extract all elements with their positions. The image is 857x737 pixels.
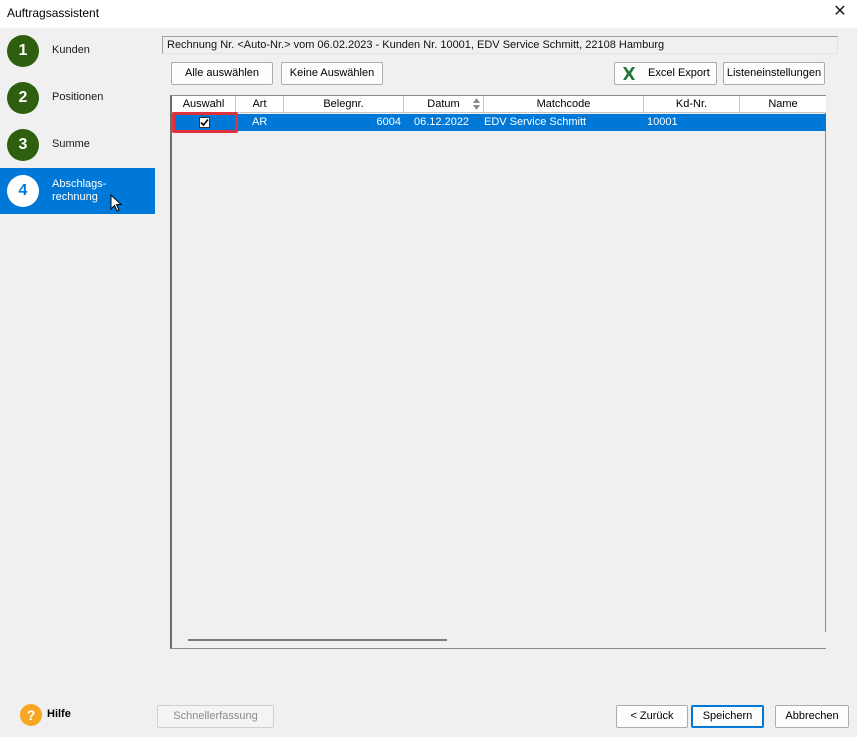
excel-export-button[interactable]: Excel Export: [614, 62, 717, 85]
column-header-auswahl[interactable]: Auswahl: [172, 96, 236, 113]
help-label: Hilfe: [47, 708, 71, 720]
column-header-datum[interactable]: Datum: [404, 96, 484, 113]
step-positionen[interactable]: 2 Positionen: [0, 75, 155, 121]
step-summe[interactable]: 3 Summe: [0, 122, 155, 168]
column-header-name[interactable]: Name: [740, 96, 826, 113]
cell-art: AR: [252, 116, 268, 128]
step-label: Summe: [52, 138, 90, 150]
scrollbar-thumb[interactable]: [188, 639, 447, 641]
excel-export-label: Excel Export: [648, 67, 710, 79]
save-button[interactable]: Speichern: [691, 705, 764, 728]
list-settings-button[interactable]: Listeneinstellungen: [723, 62, 825, 85]
step-number-badge: 4: [7, 175, 39, 207]
quick-entry-button[interactable]: Schnellerfassung: [157, 705, 274, 728]
cell-belegnr: 6004: [376, 116, 401, 128]
step-label: Positionen: [52, 91, 104, 103]
cell-matchcode: EDV Service Schmitt: [484, 116, 587, 128]
horizontal-scrollbar[interactable]: [172, 632, 826, 648]
step-number-badge: 3: [7, 129, 39, 161]
excel-icon: [621, 66, 637, 81]
column-header-matchcode[interactable]: Matchcode: [484, 96, 644, 113]
select-none-button[interactable]: Keine Auswählen: [281, 62, 383, 85]
step-abschlagsrechnung[interactable]: 4 Abschlags- rechnung: [0, 168, 155, 214]
mouse-cursor-icon: [110, 194, 122, 212]
step-label: Kunden: [52, 44, 90, 56]
sort-icon: [473, 98, 480, 110]
document-grid[interactable]: Auswahl Art Belegnr. Datum Matchcode Kd-…: [170, 95, 826, 649]
step-number-badge: 1: [7, 35, 39, 67]
invoice-info-field: Rechnung Nr. <Auto-Nr.> vom 06.02.2023 -…: [162, 36, 838, 54]
step-number-badge: 2: [7, 82, 39, 114]
column-header-kdnr[interactable]: Kd-Nr.: [644, 96, 740, 113]
grid-header: Auswahl Art Belegnr. Datum Matchcode Kd-…: [172, 96, 826, 113]
column-header-belegnr[interactable]: Belegnr.: [284, 96, 404, 113]
cell-datum: 06.12.2022: [414, 116, 470, 128]
cell-kdnr: 10001: [647, 116, 678, 128]
column-header-art[interactable]: Art: [236, 96, 284, 113]
cancel-button[interactable]: Abbrechen: [775, 705, 849, 728]
wizard-steps-sidebar: 1 Kunden 2 Positionen 3 Summe 4 Abschlag…: [0, 28, 156, 737]
close-icon[interactable]: ✕: [829, 2, 851, 24]
table-row[interactable]: AR 6004 06.12.2022 EDV Service Schmitt 1…: [172, 114, 826, 131]
select-all-button[interactable]: Alle auswählen: [171, 62, 273, 85]
step-kunden[interactable]: 1 Kunden: [0, 28, 155, 74]
title-bar: Auftragsassistent ✕: [0, 0, 857, 28]
window-title: Auftragsassistent: [7, 6, 100, 20]
step-label-line1: Abschlags-: [52, 178, 107, 190]
back-button[interactable]: < Zurück: [616, 705, 688, 728]
column-header-datum-label: Datum: [427, 98, 460, 110]
question-icon: ?: [20, 704, 42, 726]
selection-highlight-box: [172, 112, 238, 133]
